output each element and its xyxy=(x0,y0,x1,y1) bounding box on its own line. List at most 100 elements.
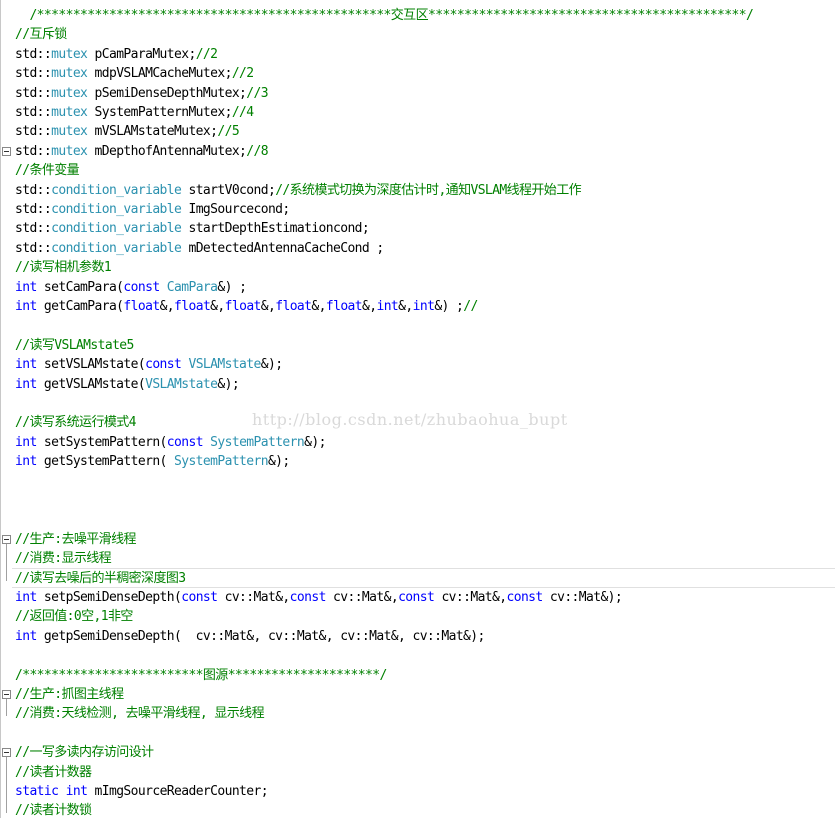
code-comment: //互斥锁 xyxy=(15,27,67,43)
code-line[interactable]: //读写去噪后的半稠密深度图3 xyxy=(15,569,186,588)
code-text: std:: xyxy=(15,240,52,256)
code-keyword: const xyxy=(166,434,204,450)
code-text: &, xyxy=(398,299,413,314)
code-keyword: const xyxy=(181,590,218,605)
code-comment: // xyxy=(463,299,478,314)
code-text: &); xyxy=(304,434,326,450)
code-line[interactable]: int getVSLAMstate(VSLAMstate&); xyxy=(15,375,240,394)
code-line[interactable]: int getpSemiDenseDepth( cv::Mat&, cv::Ma… xyxy=(15,627,485,646)
code-text: startDepthEstimationcond; xyxy=(181,221,370,237)
code-text: &) ; xyxy=(434,299,464,314)
code-text: &); xyxy=(217,376,240,392)
code-line[interactable]: //一写多读内存访问设计 xyxy=(15,743,154,762)
code-text: &, xyxy=(159,299,175,314)
code-line[interactable]: static int mImgSourceReaderCounter; xyxy=(15,782,269,801)
code-comment: //生产:去噪平滑线程 xyxy=(15,531,136,547)
code-keyword: const xyxy=(289,590,327,605)
code-text: setpSemiDenseDepth( xyxy=(36,590,182,605)
collapse-icon[interactable] xyxy=(2,146,11,156)
code-type: condition_variable xyxy=(51,240,182,256)
code-keyword: int xyxy=(15,299,37,314)
code-line[interactable]: /***************************************… xyxy=(15,6,753,25)
collapse-icon[interactable] xyxy=(2,748,11,758)
code-line[interactable]: std::mutex SystemPatternMutex;//4 xyxy=(15,103,254,122)
code-line[interactable]: std::condition_variable ImgSourcecond; xyxy=(15,200,290,219)
code-line[interactable]: //消费:天线检测, 去噪平滑线程, 显示线程 xyxy=(15,704,265,723)
code-line[interactable]: //返回值:0空,1非空 xyxy=(15,607,133,626)
code-text: &) ; xyxy=(217,279,247,295)
code-keyword: const xyxy=(506,590,544,605)
watermark: http://blog.csdn.net/zhubaohua_bupt xyxy=(252,410,568,429)
code-text: mDepthofAntennaMutex; xyxy=(87,143,247,159)
code-type: mutex xyxy=(51,85,88,101)
code-keyword: float xyxy=(325,299,363,314)
code-line[interactable]: //生产:去噪平滑线程 xyxy=(15,530,136,549)
code-text: ImgSourcecond; xyxy=(181,202,290,217)
code-line[interactable]: //条件变量 xyxy=(15,161,80,180)
code-keyword: int xyxy=(15,357,37,373)
code-type: condition_variable xyxy=(51,202,182,217)
code-comment: //生产:抓图主线程 xyxy=(15,687,124,702)
code-editor[interactable]: /***************************************… xyxy=(0,0,835,818)
collapse-icon[interactable] xyxy=(2,534,11,544)
code-text: std:: xyxy=(15,124,52,140)
code-line[interactable]: int setCamPara(const CamPara&) ; xyxy=(15,278,247,297)
code-line[interactable]: int setpSemiDenseDepth(const cv::Mat&,co… xyxy=(15,588,623,607)
code-comment: /***************************************… xyxy=(15,8,754,23)
code-text: std:: xyxy=(15,143,52,159)
code-text: SystemPatternMutex; xyxy=(87,105,233,120)
code-text: std:: xyxy=(15,105,52,120)
code-text: setVSLAMstate( xyxy=(36,357,146,373)
code-comment: //读写相机参数1 xyxy=(15,260,112,276)
code-text: &); xyxy=(267,454,290,470)
code-text: getSystemPattern( xyxy=(36,454,174,470)
collapse-icon[interactable] xyxy=(2,690,11,699)
code-line[interactable]: std::condition_variable mDetectedAntenna… xyxy=(15,239,384,258)
code-line[interactable]: //读者计数器 xyxy=(15,763,92,782)
code-text: cv::Mat&, xyxy=(434,590,507,605)
fold-guide-line xyxy=(6,757,7,814)
code-text: &, xyxy=(311,299,326,314)
code-line[interactable]: //消费:显示线程 xyxy=(15,549,112,568)
code-line[interactable]: std::mutex mdpVSLAMCacheMutex;//2 xyxy=(15,64,254,83)
code-line[interactable]: //生产:抓图主线程 xyxy=(15,685,124,704)
code-text: pSemiDenseDepthMutex; xyxy=(87,85,247,101)
code-line[interactable]: //读写VSLAMstate5 xyxy=(15,336,134,355)
code-line[interactable]: std::mutex pSemiDenseDepthMutex;//3 xyxy=(15,84,269,103)
code-type: mutex xyxy=(51,143,88,159)
code-comment: //4 xyxy=(231,105,254,120)
code-text: &, xyxy=(210,299,225,314)
code-type: SystemPattern xyxy=(174,454,269,470)
code-keyword: const xyxy=(398,590,435,605)
code-line[interactable]: int getSystemPattern( SystemPattern&); xyxy=(15,452,290,471)
code-line[interactable]: //读者计数锁 xyxy=(15,801,92,820)
code-text: cv::Mat&, xyxy=(217,590,291,605)
code-type: CamPara xyxy=(166,279,218,295)
code-text: mDetectedAntennaCacheCond ; xyxy=(181,240,384,256)
code-line[interactable]: //读写系统运行模式4 xyxy=(15,413,136,432)
code-line[interactable]: int setVSLAMstate(const VSLAMstate&); xyxy=(15,355,283,374)
code-text: pCamParaMutex; xyxy=(87,46,197,62)
code-line[interactable]: std::condition_variable startDepthEstima… xyxy=(15,219,370,238)
code-line[interactable]: int setSystemPattern(const SystemPattern… xyxy=(15,433,326,452)
code-comment: //3 xyxy=(246,85,268,101)
editor-left-border xyxy=(0,0,1,818)
code-comment: //读者计数锁 xyxy=(15,803,92,819)
code-text: setSystemPattern( xyxy=(36,434,167,450)
code-keyword: int xyxy=(15,376,37,392)
code-line[interactable]: //读写相机参数1 xyxy=(15,258,112,277)
code-line[interactable]: std::mutex mDepthofAntennaMutex;//8 xyxy=(15,142,269,161)
code-text: &); xyxy=(260,357,283,373)
code-text: mVSLAMstateMutex; xyxy=(87,124,218,140)
code-text: getpSemiDenseDepth( cv::Mat&, cv::Mat&, … xyxy=(36,628,485,644)
code-keyword: int xyxy=(412,299,435,314)
code-line[interactable]: //互斥锁 xyxy=(15,25,67,44)
code-line[interactable]: std::mutex pCamParaMutex;//2 xyxy=(15,45,218,64)
code-line[interactable]: std::mutex mVSLAMstateMutex;//5 xyxy=(15,122,240,141)
code-line[interactable]: /*************************图源************… xyxy=(15,666,387,685)
code-line[interactable]: int getCamPara(float&,float&,float&,floa… xyxy=(15,297,478,316)
code-line[interactable]: std::condition_variable startV0cond;//系统… xyxy=(15,181,582,200)
code-text: getVSLAMstate( xyxy=(36,376,146,392)
code-keyword: int xyxy=(15,628,37,644)
fold-guide-line xyxy=(6,699,7,717)
